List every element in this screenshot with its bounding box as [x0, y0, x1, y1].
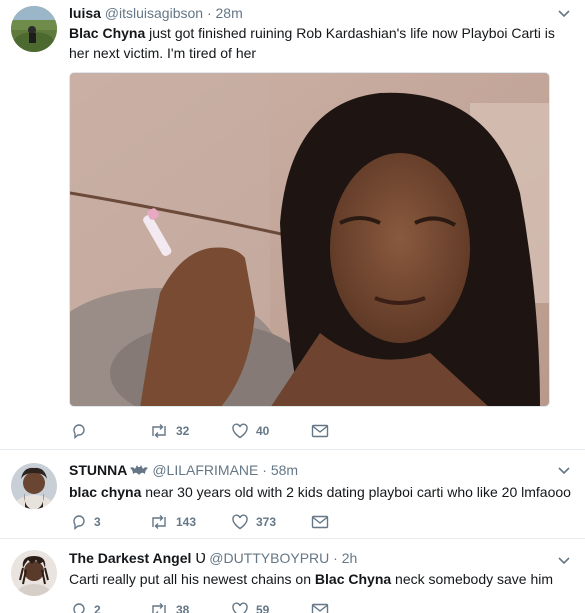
- mention-text: blac chyna: [69, 484, 142, 500]
- tweet-header: luisa @itsluisagibson · 28m: [69, 4, 243, 22]
- retweet-count: 32: [176, 424, 190, 438]
- tweet[interactable]: luisa @itsluisagibson · 28m Blac Chyna j…: [0, 0, 585, 450]
- display-name[interactable]: The Darkest Angel: [69, 550, 191, 566]
- reply-icon: [73, 424, 85, 439]
- timestamp[interactable]: 28m: [216, 5, 243, 21]
- user-handle[interactable]: @itsluisagibson: [105, 5, 203, 21]
- retweet-icon: [152, 603, 166, 613]
- reply-count: 2: [94, 603, 101, 613]
- avatar[interactable]: [11, 550, 57, 596]
- tweet-text: Blac Chyna just got finished ruining Rob…: [69, 23, 575, 63]
- like-count: 373: [256, 515, 277, 529]
- chevron-down-icon[interactable]: [557, 556, 571, 566]
- tweet-header: The Darkest Angel Ʋ @DUTTYBOYPRU · 2h: [69, 549, 357, 568]
- separator-dot: ·: [262, 462, 267, 478]
- direct-message-button[interactable]: [311, 512, 329, 532]
- like-button[interactable]: 59: [231, 600, 269, 613]
- reply-button[interactable]: 2: [71, 600, 101, 613]
- avatar[interactable]: [11, 6, 57, 52]
- reply-icon: [73, 603, 85, 613]
- heart-icon: [232, 514, 248, 530]
- timestamp[interactable]: 58m: [271, 462, 298, 478]
- direct-message-button[interactable]: [311, 600, 329, 613]
- display-name[interactable]: STUNNA: [69, 462, 127, 478]
- heart-icon: [232, 602, 248, 613]
- display-name[interactable]: luisa: [69, 5, 101, 21]
- mention-text: Blac Chyna: [314, 571, 392, 587]
- retweet-button[interactable]: 32: [149, 421, 189, 441]
- chevron-down-icon[interactable]: [557, 9, 571, 19]
- like-count: 40: [256, 424, 270, 438]
- like-button[interactable]: 40: [231, 421, 269, 441]
- tweet-text: blac chyna near 30 years old with 2 kids…: [69, 482, 575, 502]
- chevron-down-icon[interactable]: [557, 466, 571, 476]
- retweet-icon: [152, 424, 166, 438]
- tweet[interactable]: STUNNA @LILAFRIMANE · 58m blac chyna near…: [0, 451, 585, 539]
- envelope-icon: [311, 515, 329, 529]
- tweet-text: Carti really put all his newest chains o…: [69, 569, 575, 589]
- user-handle[interactable]: @LILAFRIMANE: [152, 462, 258, 478]
- tweet[interactable]: The Darkest Angel Ʋ @DUTTYBOYPRU · 2h Cart…: [0, 540, 585, 613]
- tweet-body: near 30 years old with 2 kids dating pla…: [141, 484, 571, 500]
- reply-button[interactable]: 3: [71, 512, 101, 532]
- mention-text: Blac Chyna: [69, 25, 146, 41]
- envelope-icon: [311, 603, 329, 613]
- user-handle[interactable]: @DUTTYBOYPRU: [209, 550, 329, 566]
- attached-photo[interactable]: [69, 72, 550, 407]
- direct-message-button[interactable]: [311, 421, 329, 441]
- tweet-body: neck somebody save him: [391, 571, 554, 587]
- tweet-body-start: Carti really put all his newest chains o…: [69, 571, 315, 587]
- bat-badge-icon: [130, 465, 149, 475]
- separator-dot: ·: [206, 5, 212, 21]
- reply-button[interactable]: [71, 421, 94, 441]
- retweet-button[interactable]: 38: [149, 600, 189, 613]
- tweet-header: STUNNA @LILAFRIMANE · 58m: [69, 461, 298, 479]
- avatar[interactable]: [11, 463, 57, 509]
- reply-icon: [73, 515, 85, 530]
- retweet-icon: [152, 515, 166, 529]
- like-count: 59: [256, 603, 270, 613]
- envelope-icon: [311, 424, 329, 438]
- retweet-button[interactable]: 143: [149, 512, 196, 532]
- separator-dot: ·: [333, 550, 338, 566]
- heart-icon: [232, 423, 248, 439]
- reply-count: 3: [94, 515, 101, 529]
- timestamp[interactable]: 2h: [342, 550, 358, 566]
- retweet-count: 143: [176, 515, 197, 529]
- retweet-count: 38: [176, 603, 190, 613]
- name-glyph: Ʋ: [195, 550, 207, 567]
- like-button[interactable]: 373: [231, 512, 276, 532]
